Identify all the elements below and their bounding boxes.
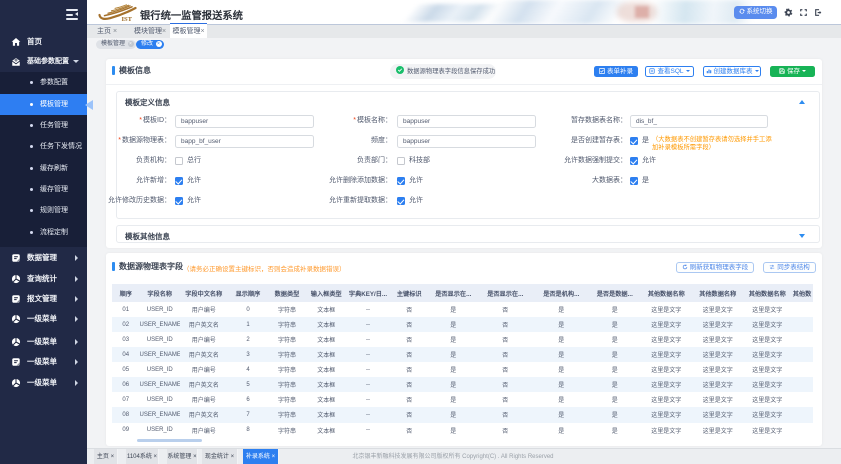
svg-text:IST: IST — [122, 16, 133, 22]
